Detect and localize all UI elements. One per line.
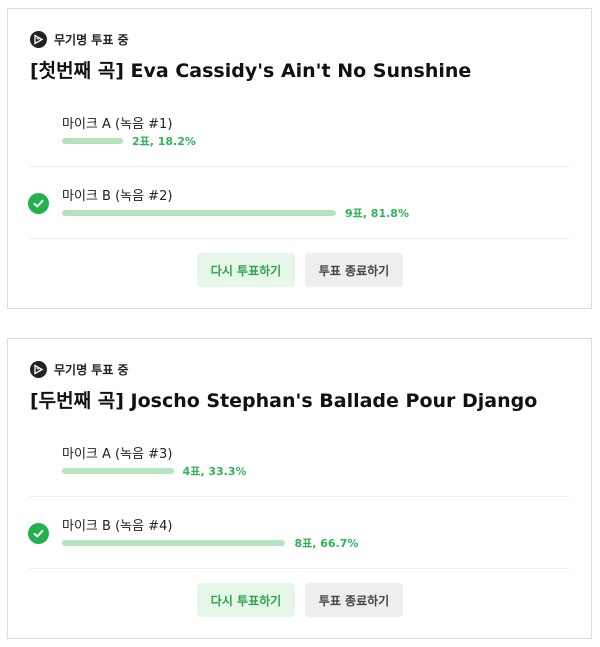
check-circle-icon [28, 193, 49, 214]
poll-status-text: 무기명 투표 중 [54, 363, 129, 377]
vote-result: 4표, 33.3% [182, 465, 247, 478]
vote-bar [62, 138, 397, 144]
vote-list-icon [30, 31, 47, 48]
vote-result: 9표, 81.8% [345, 207, 409, 220]
divider [30, 238, 569, 239]
vote-result: 8표, 66.7% [294, 537, 359, 550]
check-circle-icon [28, 523, 49, 544]
option-label: 마이크 A (녹음 #3) [62, 447, 173, 462]
vote-result: 2표, 18.2% [131, 135, 196, 148]
end-vote-button[interactable]: 투표 종료하기 [305, 253, 403, 287]
poll-card: 무기명 투표 중 [두번째 곡] Joscho Stephan's Ballad… [7, 338, 592, 639]
divider [30, 568, 569, 569]
poll-title: [첫번째 곡] Eva Cassidy's Ain't No Sunshine [30, 60, 472, 82]
option-label: 마이크 A (녹음 #1) [62, 117, 173, 132]
vote-list-icon [30, 361, 47, 378]
end-vote-button[interactable]: 투표 종료하기 [305, 583, 403, 617]
poll-status: 무기명 투표 중 [30, 361, 129, 378]
vote-bar-fill [62, 540, 286, 546]
poll-status: 무기명 투표 중 [30, 31, 129, 48]
poll-status-text: 무기명 투표 중 [54, 33, 129, 47]
poll-title: [두번째 곡] Joscho Stephan's Ballade Pour Dj… [30, 390, 538, 412]
revote-button[interactable]: 다시 투표하기 [197, 583, 295, 617]
option-label: 마이크 B (녹음 #2) [62, 189, 173, 204]
vote-bar-fill [62, 138, 123, 144]
divider [30, 166, 569, 167]
poll-card: 무기명 투표 중 [첫번째 곡] Eva Cassidy's Ain't No … [7, 8, 592, 309]
divider [30, 496, 569, 497]
option-label: 마이크 B (녹음 #4) [62, 519, 173, 534]
vote-bar-fill [62, 210, 337, 216]
vote-bar-fill [62, 468, 174, 474]
revote-button[interactable]: 다시 투표하기 [197, 253, 295, 287]
